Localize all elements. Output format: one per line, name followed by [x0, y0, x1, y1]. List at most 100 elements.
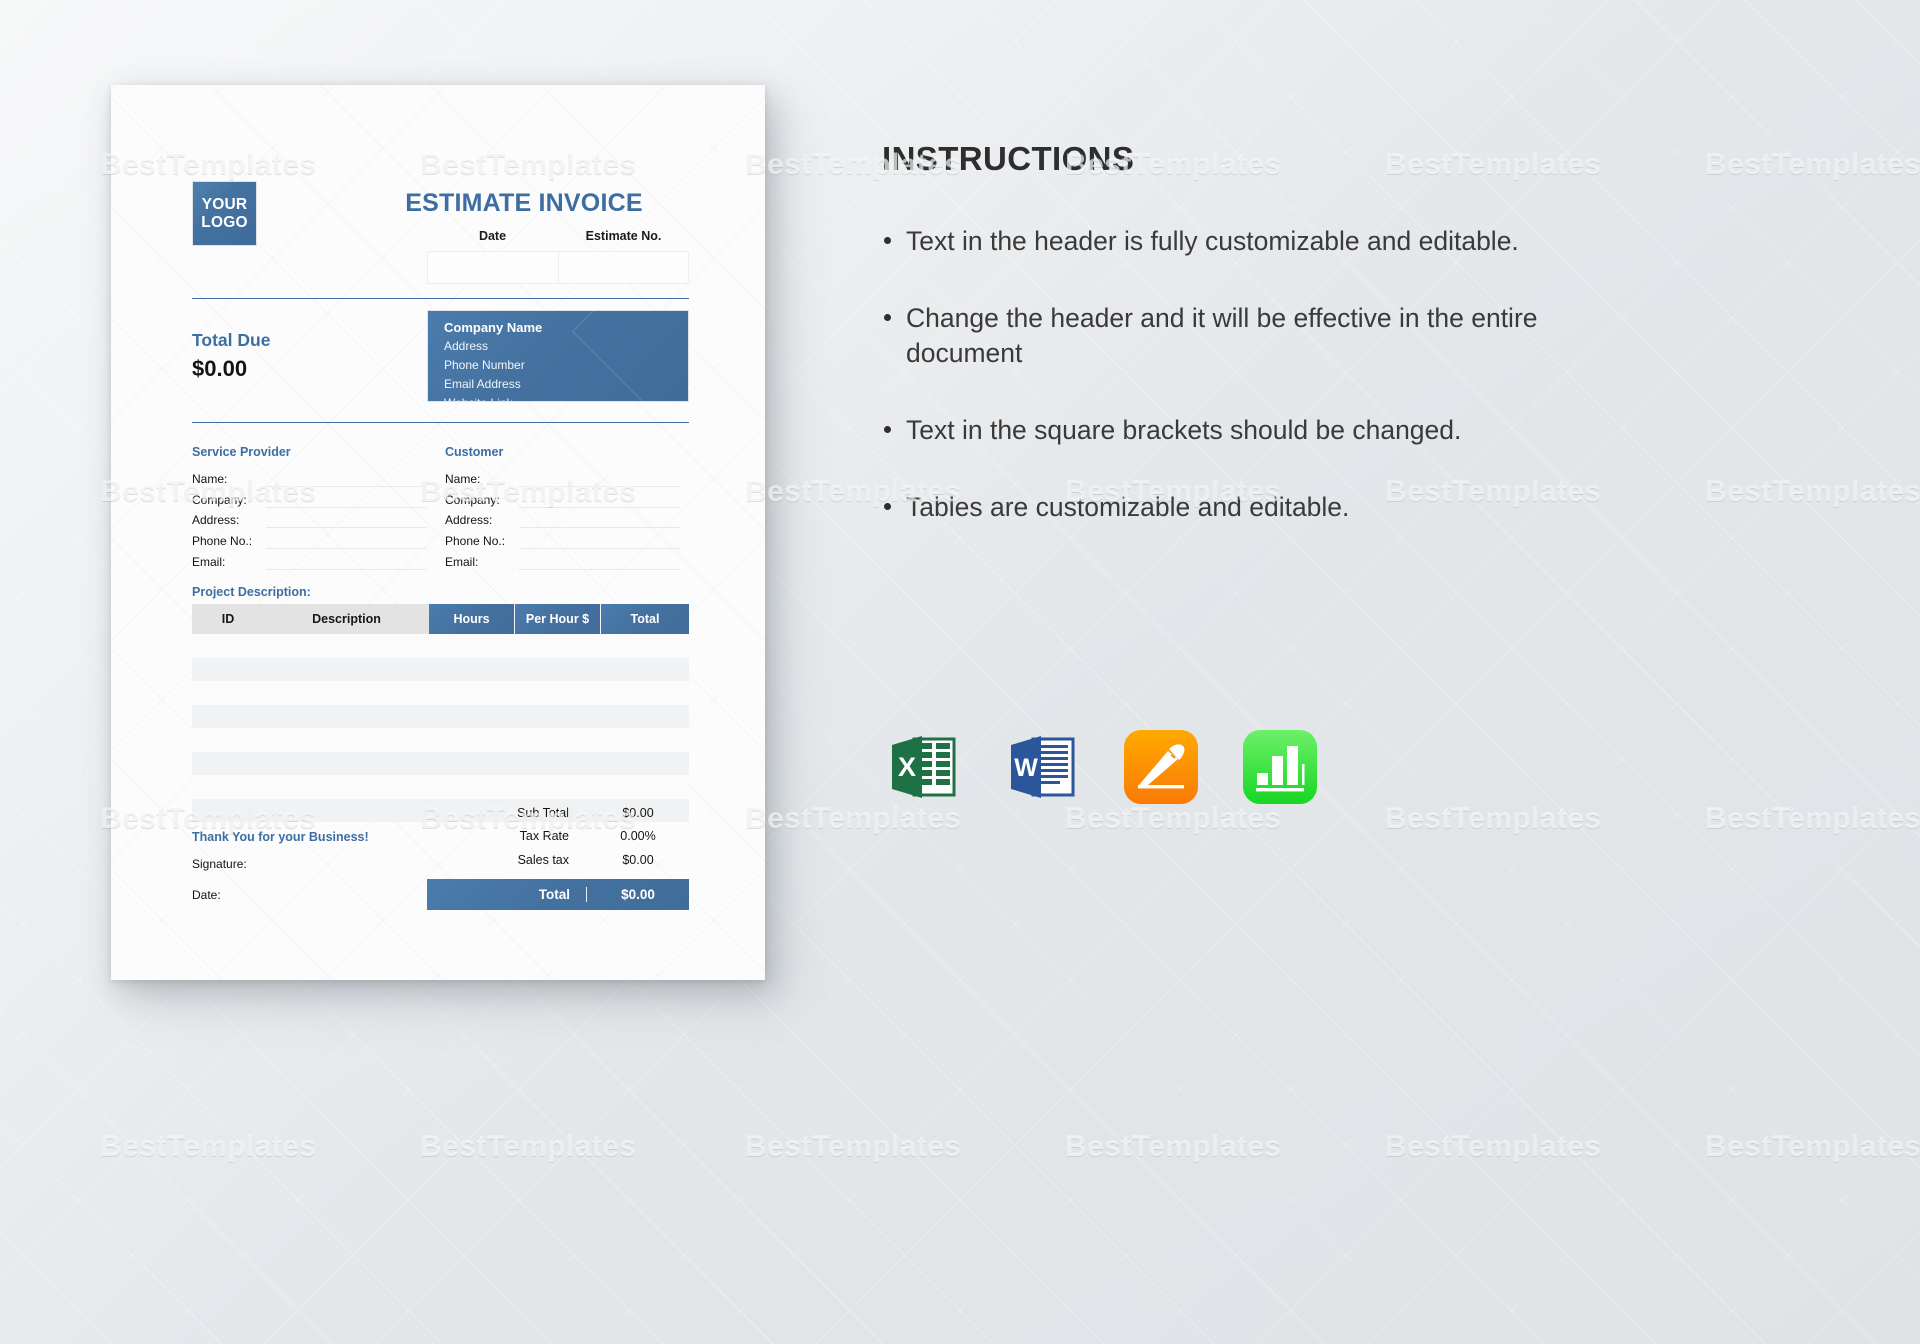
thank-you-note: Thank You for your Business!: [192, 830, 369, 844]
customer-address-input[interactable]: [519, 510, 680, 529]
microsoft-excel-icon[interactable]: X: [884, 728, 962, 806]
invoice-document-page: YOUR LOGO ESTIMATE INVOICE Date Estimate…: [111, 85, 765, 980]
field-row: Company:: [192, 487, 427, 508]
svg-text:W: W: [1014, 754, 1038, 782]
customer-company-input[interactable]: [519, 490, 680, 508]
service-provider-name-label: Name:: [192, 471, 228, 486]
service-provider-company-input[interactable]: [266, 490, 427, 508]
supported-formats-icons: X W: [884, 728, 1319, 806]
table-row[interactable]: [192, 681, 689, 705]
microsoft-word-icon[interactable]: W: [1003, 728, 1081, 806]
customer-address-label: Address:: [445, 513, 493, 528]
divider-middle: [192, 422, 689, 423]
customer-email-label: Email:: [445, 554, 479, 569]
signature-label: Signature:: [192, 857, 247, 871]
sales-tax-label: Sales tax: [517, 852, 569, 867]
table-row[interactable]: [192, 657, 689, 681]
footer-date-label: Date:: [192, 888, 221, 902]
field-row: Address:: [192, 508, 427, 529]
instruction-item-1: Text in the header is fully customizable…: [882, 224, 1546, 259]
sub-total-label: Sub Total: [517, 805, 569, 820]
company-website-link: Website Link: [444, 394, 688, 401]
column-header-total: Total: [601, 604, 689, 634]
document-content: YOUR LOGO ESTIMATE INVOICE Date Estimate…: [192, 85, 689, 980]
service-provider-phone-input[interactable]: [266, 531, 427, 550]
field-row: Address:: [445, 508, 680, 529]
field-row: Email:: [445, 549, 680, 570]
table-row[interactable]: [192, 704, 689, 728]
column-header-id: ID: [192, 604, 264, 634]
instructions-panel: INSTRUCTIONS Text in the header is fully…: [882, 140, 1862, 567]
service-provider-address-label: Address:: [192, 513, 240, 528]
document-header: YOUR LOGO ESTIMATE INVOICE Date Estimate…: [192, 181, 689, 284]
total-due-label: Total Due: [192, 330, 271, 350]
company-info-block: Company Name Address Phone Number Email …: [427, 310, 689, 402]
column-header-description: Description: [264, 604, 429, 634]
customer-name-label: Name:: [445, 471, 481, 486]
field-row: Company:: [445, 487, 680, 508]
column-header-hours: Hours: [429, 604, 515, 634]
service-provider-email-input[interactable]: [266, 552, 427, 570]
sales-tax-row: Sales tax $0.00: [427, 848, 689, 872]
service-provider-name-input[interactable]: [266, 469, 427, 487]
grand-total-label: Total: [427, 886, 587, 902]
divider-top: [192, 298, 689, 299]
service-provider-heading: Service Provider: [192, 445, 291, 459]
line-items-table-header: ID Description Hours Per Hour $ Total: [192, 604, 689, 634]
date-input-cell[interactable]: [427, 251, 559, 284]
company-phone-number: Phone Number: [444, 358, 525, 372]
meta-input-row: [427, 251, 689, 284]
table-row[interactable]: [192, 728, 689, 752]
field-row: Phone No.:: [192, 528, 427, 550]
company-name: Company Name: [444, 320, 543, 335]
customer-email-input[interactable]: [519, 552, 680, 570]
service-provider-address-input[interactable]: [266, 510, 427, 529]
svg-text:X: X: [898, 752, 916, 782]
totals-summary: Sub Total $0.00 Tax Rate 0.00% Sales tax…: [427, 801, 689, 910]
service-provider-phone-label: Phone No.:: [192, 534, 253, 549]
instructions-title: INSTRUCTIONS: [882, 140, 1135, 177]
field-row: Phone No.:: [445, 528, 680, 550]
table-row[interactable]: [192, 634, 689, 658]
customer-phone-label: Phone No.:: [445, 534, 506, 549]
invoice-title: ESTIMATE INVOICE: [405, 189, 643, 217]
table-row[interactable]: [192, 751, 689, 775]
customer-name-input[interactable]: [519, 469, 680, 487]
sales-tax-value: $0.00: [622, 852, 654, 867]
service-provider-fields: Name: Company: Address: Phone No.: Email…: [192, 466, 427, 570]
date-column-header: Date: [478, 229, 507, 243]
line-items-table-body: [192, 634, 689, 822]
service-provider-email-label: Email:: [192, 554, 226, 569]
apple-pages-icon[interactable]: [1122, 728, 1200, 806]
instruction-item-2: Change the header and it will be effecti…: [882, 301, 1546, 371]
customer-heading: Customer: [445, 445, 504, 459]
service-provider-company-label: Company:: [192, 492, 247, 507]
logo-line-1: YOUR: [201, 195, 248, 213]
logo-line-2: LOGO: [201, 213, 248, 231]
tax-rate-row: Tax Rate 0.00%: [427, 825, 689, 849]
your-logo-placeholder[interactable]: YOUR LOGO: [192, 181, 257, 246]
field-row: Name:: [445, 466, 680, 487]
apple-numbers-icon[interactable]: [1241, 728, 1319, 806]
sub-total-value: $0.00: [622, 805, 654, 820]
company-email-address: Email Address: [444, 377, 521, 391]
field-row: Name:: [192, 466, 427, 487]
table-row[interactable]: [192, 775, 689, 799]
customer-company-label: Company:: [445, 492, 500, 507]
estimate-no-column-header: Estimate No.: [585, 229, 662, 243]
instructions-list: Text in the header is fully customizable…: [882, 224, 1862, 525]
instruction-item-4: Tables are customizable and editable.: [882, 490, 1546, 525]
line-items-table: ID Description Hours Per Hour $ Total: [192, 604, 689, 822]
project-description-label: Project Description:: [192, 585, 311, 599]
grand-total-value: $0.00: [621, 886, 655, 902]
customer-phone-input[interactable]: [519, 531, 680, 550]
grand-total-row: Total $0.00: [427, 878, 689, 910]
sub-total-row: Sub Total $0.00: [427, 801, 689, 825]
field-row: Email:: [192, 549, 427, 570]
instruction-item-3: Text in the square brackets should be ch…: [882, 413, 1546, 448]
customer-fields: Name: Company: Address: Phone No.: Email…: [445, 466, 680, 570]
column-header-per-hour: Per Hour $: [515, 604, 601, 634]
meta-header-row: Date Estimate No.: [427, 229, 689, 243]
estimate-no-input-cell[interactable]: [558, 251, 689, 284]
total-due-value: $0.00: [192, 356, 248, 381]
